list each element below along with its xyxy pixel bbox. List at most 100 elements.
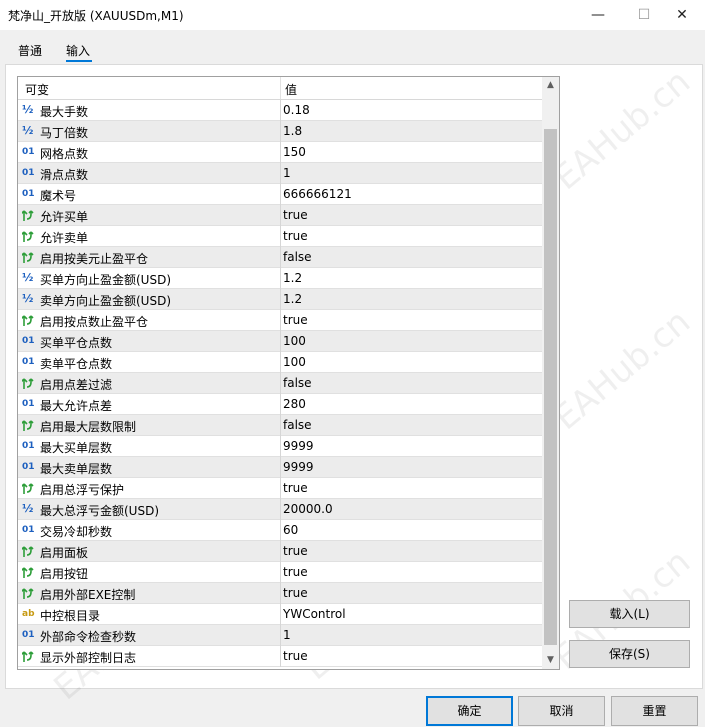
table-row[interactable]: 01 外部命令检查秒数 1 (18, 625, 542, 646)
int-type-icon: 01 (22, 462, 35, 472)
table-row[interactable]: ½ 马丁倍数 1.8 (18, 121, 542, 142)
table-row[interactable]: ½ 最大手数 0.18 (18, 100, 542, 121)
table-row[interactable]: ab 中控根目录 YWControl (18, 604, 542, 625)
table-row[interactable]: 启用面板 true (18, 541, 542, 562)
column-separator (280, 478, 281, 499)
row-value[interactable]: false (283, 418, 312, 432)
table-row[interactable]: ½ 卖单方向止盈金额(USD) 1.2 (18, 289, 542, 310)
table-row[interactable]: 允许买单 true (18, 205, 542, 226)
minimize-button[interactable]: — (575, 0, 621, 30)
table-row[interactable]: 01 交易冷却秒数 60 (18, 520, 542, 541)
row-value[interactable]: 100 (283, 355, 306, 369)
row-value[interactable]: 150 (283, 145, 306, 159)
int-type-icon: 01 (22, 441, 35, 451)
header-value[interactable]: 值 (285, 81, 297, 98)
bool-type-icon (22, 544, 38, 558)
table-row[interactable]: 允许卖单 true (18, 226, 542, 247)
table-row[interactable]: 01 最大卖单层数 9999 (18, 457, 542, 478)
table-row[interactable]: 启用总浮亏保护 true (18, 478, 542, 499)
row-value[interactable]: true (283, 229, 308, 243)
table-row[interactable]: 01 买单平仓点数 100 (18, 331, 542, 352)
row-value[interactable]: 20000.0 (283, 502, 333, 516)
reset-button[interactable]: 重置 (611, 696, 698, 726)
int-type-icon: 01 (22, 357, 35, 367)
row-value[interactable]: true (283, 544, 308, 558)
table-row[interactable]: 01 网格点数 150 (18, 142, 542, 163)
row-value[interactable]: 100 (283, 334, 306, 348)
cancel-button[interactable]: 取消 (518, 696, 605, 726)
bool-type-icon (22, 586, 38, 600)
row-value[interactable]: 666666121 (283, 187, 352, 201)
row-name: 启用外部EXE控制 (40, 588, 136, 602)
column-separator (280, 520, 281, 541)
row-name: 显示外部控制日志 (40, 651, 137, 665)
table-row[interactable]: 01 最大允许点差 280 (18, 394, 542, 415)
scrollbar-thumb[interactable] (544, 129, 557, 645)
scroll-down-icon[interactable]: ▼ (542, 652, 559, 669)
table-row[interactable]: 01 最大买单层数 9999 (18, 436, 542, 457)
row-value[interactable]: 1 (283, 166, 291, 180)
row-name: 最大允许点差 (40, 399, 113, 413)
row-name: 中控根目录 (40, 609, 101, 623)
column-separator (280, 646, 281, 667)
table-row[interactable]: ½ 最大总浮亏金额(USD) 20000.0 (18, 499, 542, 520)
row-name: 卖单方向止盈金额(USD) (40, 294, 172, 308)
grid-header: 可变 值 (18, 77, 542, 100)
column-separator (280, 394, 281, 415)
column-separator (280, 604, 281, 625)
table-row[interactable]: 启用最大层数限制 false (18, 415, 542, 436)
bool-type-icon (22, 376, 38, 390)
row-value[interactable]: false (283, 376, 312, 390)
column-separator (280, 289, 281, 310)
tab-inputs[interactable]: 输入 (66, 42, 90, 59)
row-name: 交易冷却秒数 (40, 525, 113, 539)
table-row[interactable]: 启用按美元止盈平仓 false (18, 247, 542, 268)
column-separator (280, 142, 281, 163)
row-value[interactable]: true (283, 565, 308, 579)
row-value[interactable]: 0.18 (283, 103, 310, 117)
save-button[interactable]: 保存(S) (569, 640, 690, 668)
table-row[interactable]: 01 滑点点数 1 (18, 163, 542, 184)
row-value[interactable]: 280 (283, 397, 306, 411)
table-row[interactable]: 启用按钮 true (18, 562, 542, 583)
ok-button[interactable]: 确定 (426, 696, 513, 726)
row-value[interactable]: 9999 (283, 460, 314, 474)
vertical-scrollbar[interactable]: ▲ ▼ (542, 77, 559, 669)
row-value[interactable]: 9999 (283, 439, 314, 453)
inputs-grid[interactable]: 可变 值 ½ 最大手数 0.18 ½ 马丁倍数 1.8 01 网格点数 150 01 滑点点数 1 01… (17, 76, 560, 670)
row-value[interactable]: true (283, 208, 308, 222)
table-row[interactable]: 启用外部EXE控制 true (18, 583, 542, 604)
table-row[interactable]: 启用按点数止盈平仓 true (18, 310, 542, 331)
row-name: 滑点点数 (40, 168, 89, 182)
row-value[interactable]: YWControl (283, 607, 346, 621)
row-value[interactable]: 60 (283, 523, 298, 537)
row-value[interactable]: false (283, 250, 312, 264)
int-type-icon: 01 (22, 189, 35, 199)
column-separator (280, 373, 281, 394)
load-button[interactable]: 载入(L) (569, 600, 690, 628)
column-separator (280, 457, 281, 478)
table-row[interactable]: ½ 买单方向止盈金额(USD) 1.2 (18, 268, 542, 289)
row-name: 网格点数 (40, 147, 89, 161)
row-value[interactable]: true (283, 586, 308, 600)
bool-type-icon (22, 481, 38, 495)
row-value[interactable]: true (283, 649, 308, 663)
row-name: 魔术号 (40, 189, 77, 203)
tab-common[interactable]: 普通 (18, 42, 42, 59)
table-row[interactable]: 01 魔术号 666666121 (18, 184, 542, 205)
row-value[interactable]: 1.2 (283, 271, 302, 285)
row-name: 最大总浮亏金额(USD) (40, 504, 160, 518)
row-value[interactable]: 1.2 (283, 292, 302, 306)
row-value[interactable]: true (283, 481, 308, 495)
row-name: 允许买单 (40, 210, 89, 224)
table-row[interactable]: 显示外部控制日志 true (18, 646, 542, 667)
row-value[interactable]: true (283, 313, 308, 327)
row-value[interactable]: 1 (283, 628, 291, 642)
table-row[interactable]: 01 卖单平仓点数 100 (18, 352, 542, 373)
header-variable[interactable]: 可变 (25, 81, 49, 98)
table-row[interactable]: 启用点差过滤 false (18, 373, 542, 394)
close-button[interactable]: ✕ (659, 0, 705, 30)
row-value[interactable]: 1.8 (283, 124, 302, 138)
scroll-up-icon[interactable]: ▲ (542, 77, 559, 94)
double-type-icon: ½ (22, 271, 34, 284)
